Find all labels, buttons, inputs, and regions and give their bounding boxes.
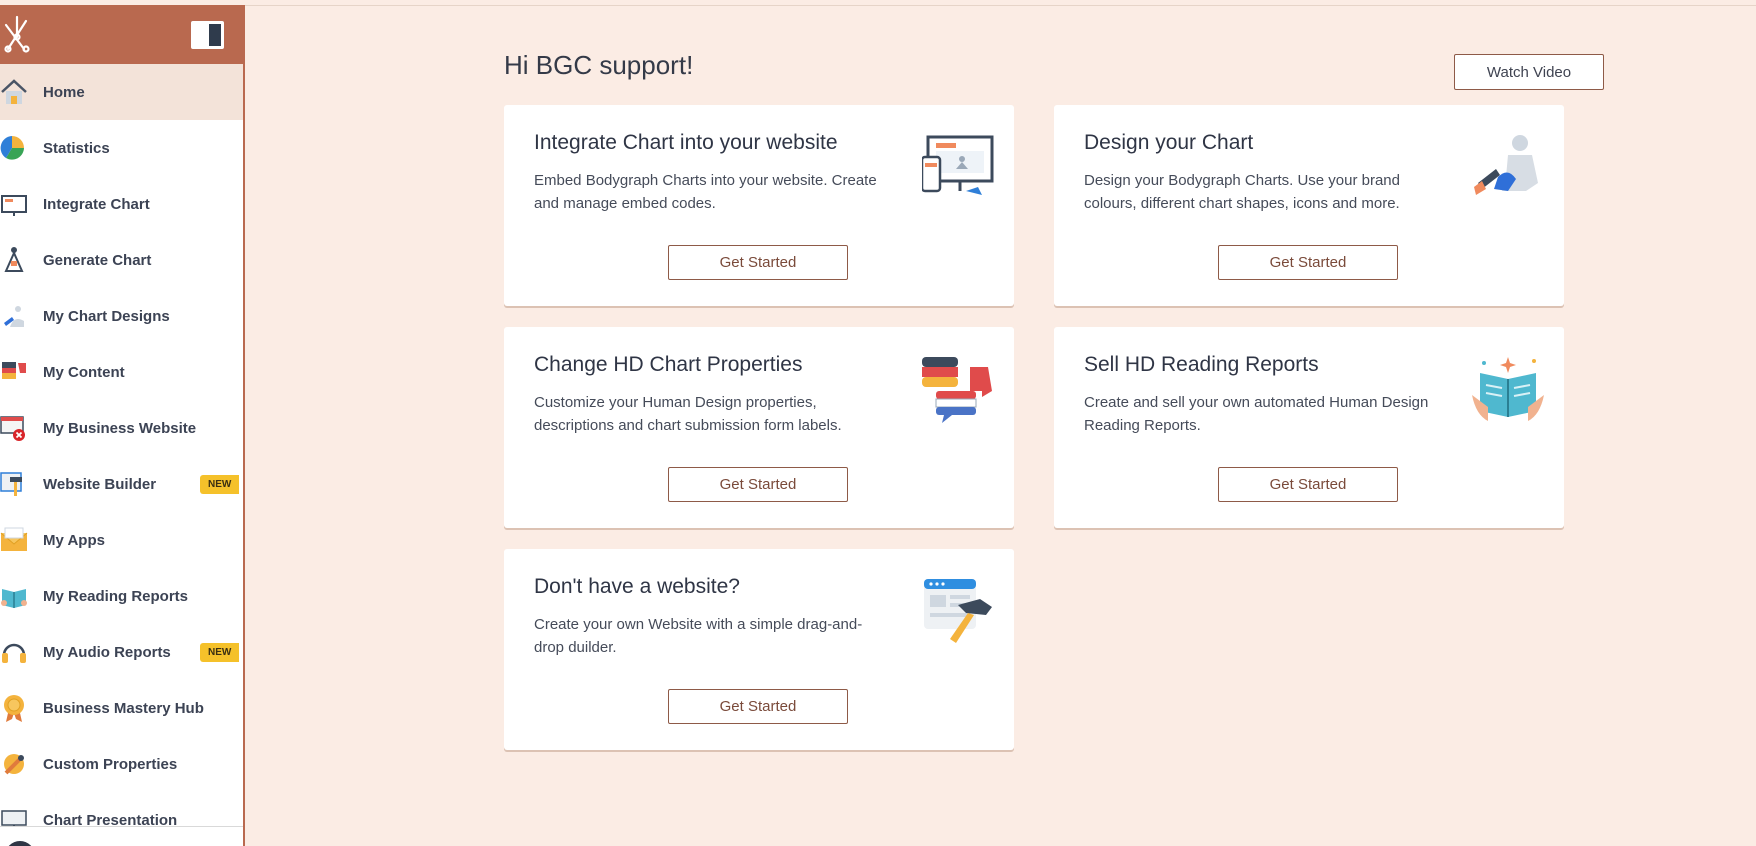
- sidebar-item-label: Business Mastery Hub: [43, 699, 204, 717]
- envelope-icon: [0, 525, 28, 555]
- card-title: Change HD Chart Properties: [534, 353, 803, 376]
- sidebar-item-label: My Business Website: [43, 419, 197, 437]
- sidebar-item-label: My Apps: [43, 531, 105, 549]
- monitor-icon: [0, 189, 28, 219]
- card-description: Create and sell your own automated Human…: [1084, 394, 1429, 434]
- medal-icon: [0, 693, 28, 723]
- logo-icon[interactable]: [2, 15, 32, 55]
- sidebar-item-my-content[interactable]: My Content: [0, 344, 243, 400]
- card-description: Design your Bodygraph Charts. Use your b…: [1084, 172, 1400, 212]
- card-no-website: Don't have a website? Create your own We…: [504, 549, 1014, 750]
- flag-bubbles-illustration-icon: [922, 357, 992, 423]
- get-started-button[interactable]: Get Started: [668, 467, 848, 502]
- card-description: Create your own Website with a simple dr…: [534, 616, 863, 656]
- hammer-icon: [0, 469, 28, 499]
- sidebar-item-website-builder[interactable]: Website Builder NEW: [0, 456, 243, 512]
- pie-chart-icon: [0, 133, 28, 163]
- book-icon: [0, 581, 28, 611]
- sidebar-item-my-business-website[interactable]: My Business Website: [0, 400, 243, 456]
- open-book-illustration-icon: [1472, 357, 1544, 421]
- sidebar-item-label: My Audio Reports: [43, 643, 171, 661]
- top-divider: [245, 5, 1756, 6]
- card-description: Customize your Human Design properties, …: [534, 394, 842, 434]
- devices-illustration-icon: [922, 135, 994, 195]
- page-title: Hi BGC support!: [504, 50, 694, 80]
- sidebar-item-home[interactable]: Home: [0, 64, 243, 120]
- card-change-properties: Change HD Chart Properties Customize you…: [504, 327, 1014, 528]
- paint-brush-icon: [0, 301, 28, 331]
- card-title: Sell HD Reading Reports: [1084, 353, 1319, 376]
- bodygraph-icon: [0, 245, 28, 275]
- sidebar-footer: [0, 826, 243, 846]
- sidebar-item-label: My Chart Designs: [43, 307, 170, 325]
- website-error-icon: [0, 413, 28, 443]
- card-design-chart: Design your Chart Design your Bodygraph …: [1054, 105, 1564, 306]
- sidebar-toggle-button[interactable]: [191, 21, 224, 49]
- sidebar-item-label: Home: [43, 83, 85, 101]
- sidebar-item-label: Integrate Chart: [43, 195, 150, 213]
- speech-bubbles-icon: [0, 357, 28, 387]
- sidebar-item-custom-properties[interactable]: Custom Properties: [0, 736, 243, 792]
- new-badge: NEW: [200, 474, 240, 494]
- card-title: Design your Chart: [1084, 131, 1254, 154]
- card-sell-reports: Sell HD Reading Reports Create and sell …: [1054, 327, 1564, 528]
- new-badge: NEW: [200, 642, 240, 662]
- sidebar-item-my-chart-designs[interactable]: My Chart Designs: [0, 288, 243, 344]
- website-hammer-illustration-icon: [924, 579, 992, 643]
- paint-figure-illustration-icon: [1474, 135, 1538, 195]
- avatar[interactable]: [5, 841, 35, 846]
- sidebar-item-label: Website Builder: [43, 475, 157, 493]
- sidebar-nav: Home Statistics Integrate Chart Generate…: [0, 64, 243, 846]
- sidebar-item-my-audio-reports[interactable]: My Audio Reports NEW: [0, 624, 243, 680]
- sidebar-item-label: Custom Properties: [43, 755, 178, 773]
- get-started-button[interactable]: Get Started: [1218, 467, 1398, 502]
- sidebar: Home Statistics Integrate Chart Generate…: [0, 5, 245, 846]
- sidebar-item-label: My Reading Reports: [43, 587, 189, 605]
- sidebar-item-generate-chart[interactable]: Generate Chart: [0, 232, 243, 288]
- get-started-button[interactable]: Get Started: [668, 245, 848, 280]
- panel-icon: [209, 24, 221, 46]
- sidebar-item-business-mastery-hub[interactable]: Business Mastery Hub: [0, 680, 243, 736]
- sidebar-item-statistics[interactable]: Statistics: [0, 120, 243, 176]
- headphones-icon: [0, 637, 28, 667]
- sidebar-item-integrate-chart[interactable]: Integrate Chart: [0, 176, 243, 232]
- get-started-button[interactable]: Get Started: [668, 689, 848, 724]
- watch-video-button[interactable]: Watch Video: [1454, 54, 1604, 90]
- wrench-icon: [0, 749, 28, 779]
- sidebar-item-label: Statistics: [43, 139, 110, 157]
- sidebar-item-my-reading-reports[interactable]: My Reading Reports: [0, 568, 243, 624]
- card-description: Embed Bodygraph Charts into your website…: [534, 172, 877, 212]
- sidebar-item-my-apps[interactable]: My Apps: [0, 512, 243, 568]
- home-icon: [0, 77, 28, 107]
- sidebar-item-label: My Content: [43, 363, 125, 381]
- card-integrate-chart: Integrate Chart into your website Embed …: [504, 105, 1014, 306]
- sidebar-item-label: Generate Chart: [43, 251, 152, 269]
- card-title: Don't have a website?: [534, 575, 740, 598]
- sidebar-header: [0, 5, 243, 64]
- card-title: Integrate Chart into your website: [534, 131, 838, 154]
- get-started-button[interactable]: Get Started: [1218, 245, 1398, 280]
